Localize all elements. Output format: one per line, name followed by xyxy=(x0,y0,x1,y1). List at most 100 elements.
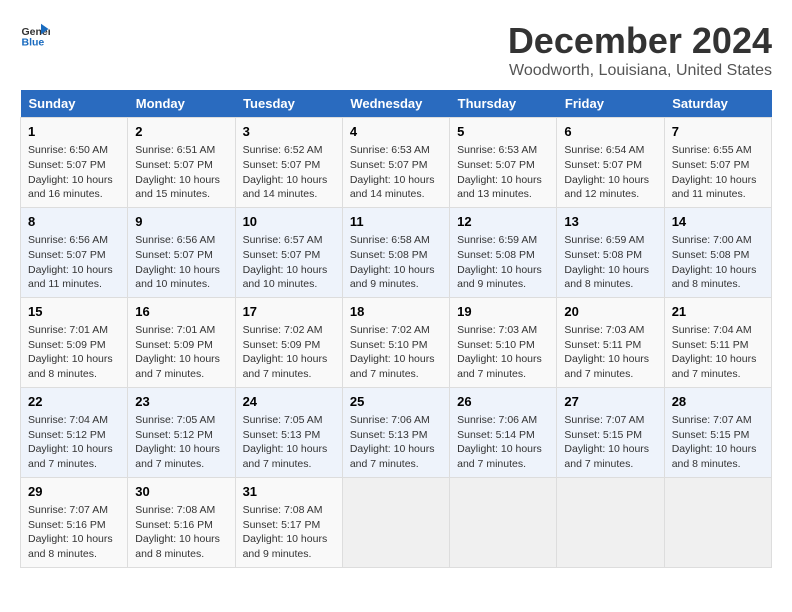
week-row-4: 22Sunrise: 7:04 AM Sunset: 5:12 PM Dayli… xyxy=(21,387,772,477)
day-number: 27 xyxy=(564,393,656,411)
week-row-3: 15 Sunrise: 7:01 AM Sunset: 5:09 PM Dayli… xyxy=(21,297,772,387)
calendar-cell: 12 Sunrise: 6:59 AM Sunset: 5:08 PM Dayli… xyxy=(450,207,557,297)
day-number: 11 xyxy=(350,213,442,231)
calendar-cell: 10Sunrise: 6:57 AM Sunset: 5:07 PM Dayli… xyxy=(235,207,342,297)
week-row-2: 8 Sunrise: 6:56 AM Sunset: 5:07 PM Daylig… xyxy=(21,207,772,297)
day-info: Sunrise: 6:53 AM Sunset: 5:07 PM Dayligh… xyxy=(457,143,549,202)
day-info: Sunrise: 7:05 AM Sunset: 5:13 PM Dayligh… xyxy=(243,413,335,472)
day-info: Sunrise: 6:52 AM Sunset: 5:07 PM Dayligh… xyxy=(243,143,335,202)
day-info: Sunrise: 7:04 AM Sunset: 5:12 PM Dayligh… xyxy=(28,413,120,472)
logo-icon: General Blue xyxy=(20,20,50,50)
day-number: 5 xyxy=(457,123,549,141)
day-number: 3 xyxy=(243,123,335,141)
calendar-cell: 25 Sunrise: 7:06 AM Sunset: 5:13 PM Dayli… xyxy=(342,387,449,477)
calendar-cell: 30 Sunrise: 7:08 AM Sunset: 5:16 PM Dayli… xyxy=(128,477,235,567)
day-info: Sunrise: 6:59 AM Sunset: 5:08 PM Dayligh… xyxy=(457,233,549,292)
calendar-cell xyxy=(450,477,557,567)
calendar-cell xyxy=(342,477,449,567)
calendar-cell: 1Sunrise: 6:50 AM Sunset: 5:07 PM Daylig… xyxy=(21,118,128,208)
calendar-cell: 11Sunrise: 6:58 AM Sunset: 5:08 PM Dayli… xyxy=(342,207,449,297)
day-info: Sunrise: 7:05 AM Sunset: 5:12 PM Dayligh… xyxy=(135,413,227,472)
day-info: Sunrise: 7:07 AM Sunset: 5:16 PM Dayligh… xyxy=(28,503,120,562)
calendar-cell: 26Sunrise: 7:06 AM Sunset: 5:14 PM Dayli… xyxy=(450,387,557,477)
svg-text:Blue: Blue xyxy=(22,37,45,49)
day-info: Sunrise: 6:51 AM Sunset: 5:07 PM Dayligh… xyxy=(135,143,227,202)
day-number: 15 xyxy=(28,303,120,321)
day-info: Sunrise: 6:55 AM Sunset: 5:07 PM Dayligh… xyxy=(672,143,764,202)
day-number: 16 xyxy=(135,303,227,321)
calendar-cell: 23 Sunrise: 7:05 AM Sunset: 5:12 PM Dayli… xyxy=(128,387,235,477)
day-info: Sunrise: 7:07 AM Sunset: 5:15 PM Dayligh… xyxy=(564,413,656,472)
calendar-cell: 22Sunrise: 7:04 AM Sunset: 5:12 PM Dayli… xyxy=(21,387,128,477)
calendar-cell: 15 Sunrise: 7:01 AM Sunset: 5:09 PM Dayli… xyxy=(21,297,128,387)
day-number: 6 xyxy=(564,123,656,141)
day-info: Sunrise: 7:07 AM Sunset: 5:15 PM Dayligh… xyxy=(672,413,764,472)
day-info: Sunrise: 7:03 AM Sunset: 5:10 PM Dayligh… xyxy=(457,323,549,382)
day-number: 24 xyxy=(243,393,335,411)
calendar-table: SundayMondayTuesdayWednesdayThursdayFrid… xyxy=(20,90,772,568)
day-number: 8 xyxy=(28,213,120,231)
day-header-sunday: Sunday xyxy=(21,90,128,118)
day-info: Sunrise: 6:56 AM Sunset: 5:07 PM Dayligh… xyxy=(135,233,227,292)
day-header-wednesday: Wednesday xyxy=(342,90,449,118)
calendar-cell: 4 Sunrise: 6:53 AM Sunset: 5:07 PM Daylig… xyxy=(342,118,449,208)
day-header-tuesday: Tuesday xyxy=(235,90,342,118)
calendar-cell: 8 Sunrise: 6:56 AM Sunset: 5:07 PM Daylig… xyxy=(21,207,128,297)
day-number: 14 xyxy=(672,213,764,231)
subtitle: Woodworth, Louisiana, United States xyxy=(508,62,772,80)
day-header-thursday: Thursday xyxy=(450,90,557,118)
day-info: Sunrise: 6:54 AM Sunset: 5:07 PM Dayligh… xyxy=(564,143,656,202)
calendar-cell: 29Sunrise: 7:07 AM Sunset: 5:16 PM Dayli… xyxy=(21,477,128,567)
day-number: 19 xyxy=(457,303,549,321)
calendar-cell: 27 Sunrise: 7:07 AM Sunset: 5:15 PM Dayli… xyxy=(557,387,664,477)
day-info: Sunrise: 7:01 AM Sunset: 5:09 PM Dayligh… xyxy=(28,323,120,382)
calendar-cell: 9Sunrise: 6:56 AM Sunset: 5:07 PM Daylig… xyxy=(128,207,235,297)
day-number: 28 xyxy=(672,393,764,411)
day-number: 7 xyxy=(672,123,764,141)
day-info: Sunrise: 7:00 AM Sunset: 5:08 PM Dayligh… xyxy=(672,233,764,292)
day-info: Sunrise: 7:08 AM Sunset: 5:16 PM Dayligh… xyxy=(135,503,227,562)
calendar-cell: 6 Sunrise: 6:54 AM Sunset: 5:07 PM Daylig… xyxy=(557,118,664,208)
day-info: Sunrise: 7:04 AM Sunset: 5:11 PM Dayligh… xyxy=(672,323,764,382)
day-number: 13 xyxy=(564,213,656,231)
calendar-cell: 21Sunrise: 7:04 AM Sunset: 5:11 PM Dayli… xyxy=(664,297,771,387)
day-info: Sunrise: 6:56 AM Sunset: 5:07 PM Dayligh… xyxy=(28,233,120,292)
main-title: December 2024 xyxy=(508,20,772,62)
day-number: 23 xyxy=(135,393,227,411)
day-info: Sunrise: 7:02 AM Sunset: 5:09 PM Dayligh… xyxy=(243,323,335,382)
day-info: Sunrise: 7:03 AM Sunset: 5:11 PM Dayligh… xyxy=(564,323,656,382)
logo: General Blue xyxy=(20,20,50,50)
calendar-cell: 31 Sunrise: 7:08 AM Sunset: 5:17 PM Dayli… xyxy=(235,477,342,567)
week-row-1: 1Sunrise: 6:50 AM Sunset: 5:07 PM Daylig… xyxy=(21,118,772,208)
day-info: Sunrise: 6:50 AM Sunset: 5:07 PM Dayligh… xyxy=(28,143,120,202)
day-info: Sunrise: 6:53 AM Sunset: 5:07 PM Dayligh… xyxy=(350,143,442,202)
calendar-cell xyxy=(557,477,664,567)
day-info: Sunrise: 7:08 AM Sunset: 5:17 PM Dayligh… xyxy=(243,503,335,562)
header-row: SundayMondayTuesdayWednesdayThursdayFrid… xyxy=(21,90,772,118)
day-number: 12 xyxy=(457,213,549,231)
week-row-5: 29Sunrise: 7:07 AM Sunset: 5:16 PM Dayli… xyxy=(21,477,772,567)
day-number: 30 xyxy=(135,483,227,501)
day-number: 18 xyxy=(350,303,442,321)
calendar-cell xyxy=(664,477,771,567)
day-info: Sunrise: 7:02 AM Sunset: 5:10 PM Dayligh… xyxy=(350,323,442,382)
day-number: 10 xyxy=(243,213,335,231)
calendar-cell: 13Sunrise: 6:59 AM Sunset: 5:08 PM Dayli… xyxy=(557,207,664,297)
calendar-cell: 19 Sunrise: 7:03 AM Sunset: 5:10 PM Dayli… xyxy=(450,297,557,387)
calendar-cell: 20 Sunrise: 7:03 AM Sunset: 5:11 PM Dayli… xyxy=(557,297,664,387)
day-number: 25 xyxy=(350,393,442,411)
calendar-cell: 3 Sunrise: 6:52 AM Sunset: 5:07 PM Daylig… xyxy=(235,118,342,208)
header: General Blue December 2024 Woodworth, Lo… xyxy=(20,20,772,80)
day-number: 4 xyxy=(350,123,442,141)
day-header-monday: Monday xyxy=(128,90,235,118)
day-number: 31 xyxy=(243,483,335,501)
calendar-cell: 2Sunrise: 6:51 AM Sunset: 5:07 PM Daylig… xyxy=(128,118,235,208)
title-area: December 2024 Woodworth, Louisiana, Unit… xyxy=(508,20,772,80)
day-info: Sunrise: 7:06 AM Sunset: 5:14 PM Dayligh… xyxy=(457,413,549,472)
calendar-cell: 5 Sunrise: 6:53 AM Sunset: 5:07 PM Daylig… xyxy=(450,118,557,208)
calendar-cell: 28 Sunrise: 7:07 AM Sunset: 5:15 PM Dayli… xyxy=(664,387,771,477)
day-number: 20 xyxy=(564,303,656,321)
day-info: Sunrise: 7:06 AM Sunset: 5:13 PM Dayligh… xyxy=(350,413,442,472)
calendar-cell: 14 Sunrise: 7:00 AM Sunset: 5:08 PM Dayli… xyxy=(664,207,771,297)
calendar-cell: 17Sunrise: 7:02 AM Sunset: 5:09 PM Dayli… xyxy=(235,297,342,387)
